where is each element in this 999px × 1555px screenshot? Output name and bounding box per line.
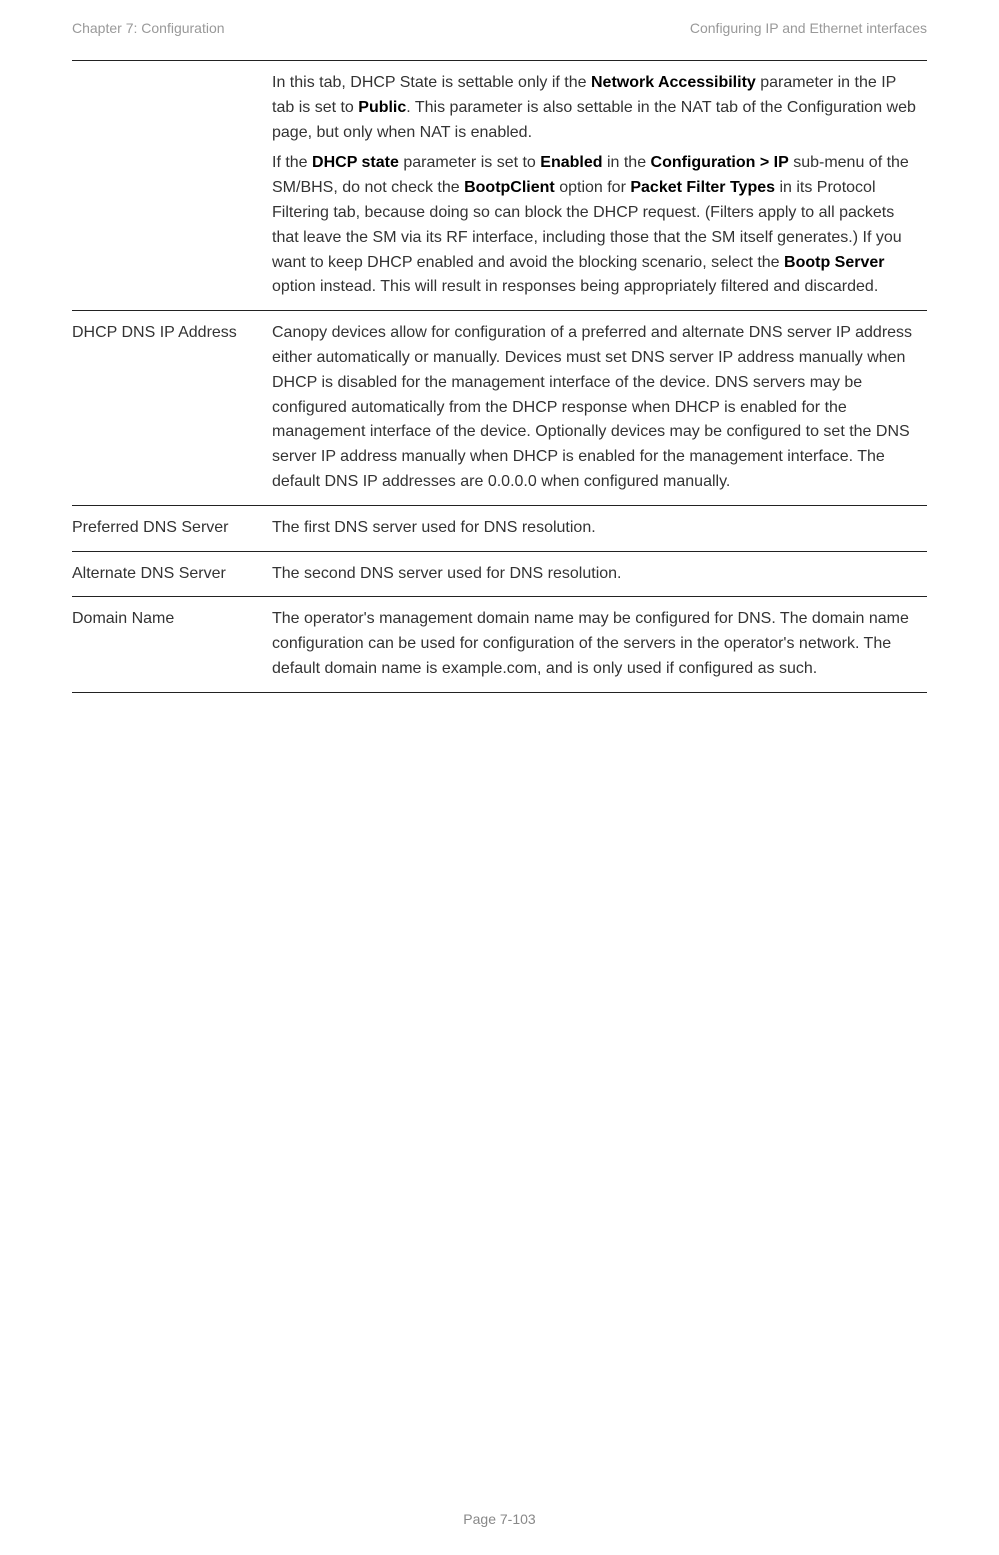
bold-text: BootpClient — [464, 179, 555, 196]
attribute-label: DHCP DNS IP Address — [72, 311, 272, 506]
description-paragraph: The first DNS server used for DNS resolu… — [272, 516, 921, 541]
page-header: Chapter 7: Configuration Configuring IP … — [72, 20, 927, 36]
description-paragraph: If the DHCP state parameter is set to En… — [272, 151, 921, 300]
attribute-description: The second DNS server used for DNS resol… — [272, 551, 927, 597]
header-section: Configuring IP and Ethernet interfaces — [690, 20, 927, 36]
description-paragraph: The operator's management domain name ma… — [272, 607, 921, 681]
attribute-description: The first DNS server used for DNS resolu… — [272, 505, 927, 551]
attribute-description: Canopy devices allow for configuration o… — [272, 311, 927, 506]
table-row: In this tab, DHCP State is settable only… — [72, 61, 927, 311]
attribute-label: Preferred DNS Server — [72, 505, 272, 551]
attribute-label — [72, 61, 272, 311]
description-paragraph: Canopy devices allow for configuration o… — [272, 321, 921, 495]
attributes-table: In this tab, DHCP State is settable only… — [72, 60, 927, 693]
attribute-description: The operator's management domain name ma… — [272, 597, 927, 692]
description-paragraph: The second DNS server used for DNS resol… — [272, 562, 921, 587]
page-number: Page 7-103 — [463, 1511, 535, 1527]
bold-text: DHCP state — [312, 154, 399, 171]
bold-text: Public — [358, 99, 406, 116]
table-row: Domain NameThe operator's management dom… — [72, 597, 927, 692]
bold-text: Bootp Server — [784, 254, 884, 271]
attribute-label: Alternate DNS Server — [72, 551, 272, 597]
bold-text: Network Accessibility — [591, 74, 756, 91]
table-row: Preferred DNS ServerThe first DNS server… — [72, 505, 927, 551]
bold-text: Enabled — [540, 154, 602, 171]
bold-text: Packet Filter Types — [630, 179, 775, 196]
attribute-label: Domain Name — [72, 597, 272, 692]
table-row: DHCP DNS IP AddressCanopy devices allow … — [72, 311, 927, 506]
page-footer: Page 7-103 — [0, 1511, 999, 1527]
table-row: Alternate DNS ServerThe second DNS serve… — [72, 551, 927, 597]
description-paragraph: In this tab, DHCP State is settable only… — [272, 71, 921, 145]
header-chapter: Chapter 7: Configuration — [72, 20, 225, 36]
attribute-description: In this tab, DHCP State is settable only… — [272, 61, 927, 311]
bold-text: Configuration > IP — [651, 154, 789, 171]
